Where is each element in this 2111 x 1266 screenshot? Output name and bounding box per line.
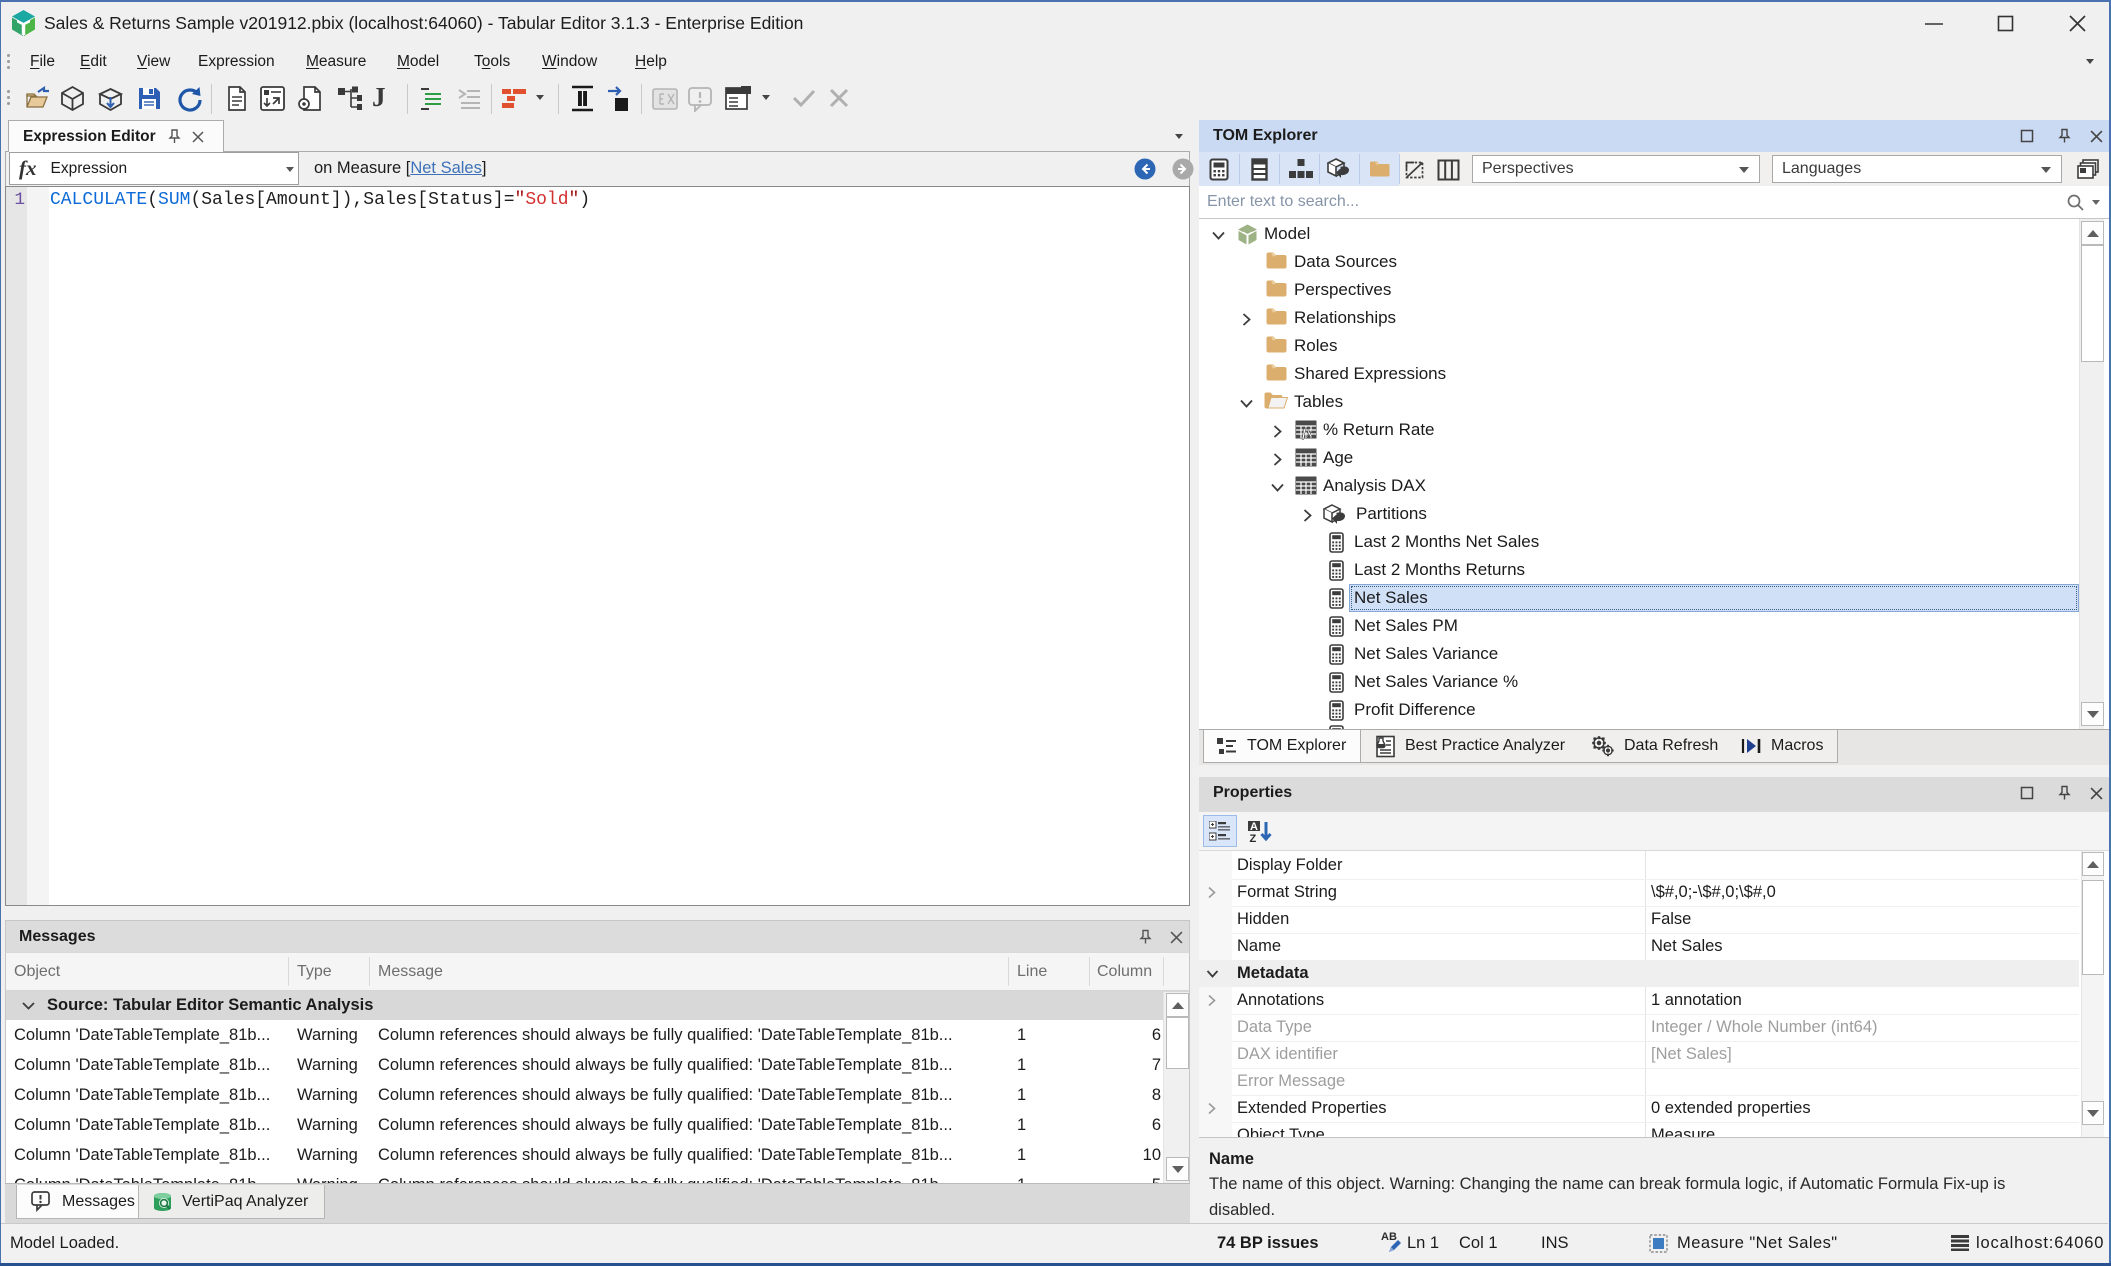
svg-text:fx: fx xyxy=(1302,425,1313,440)
svg-text:A: A xyxy=(1250,821,1258,833)
svg-text:Z: Z xyxy=(1250,833,1257,844)
